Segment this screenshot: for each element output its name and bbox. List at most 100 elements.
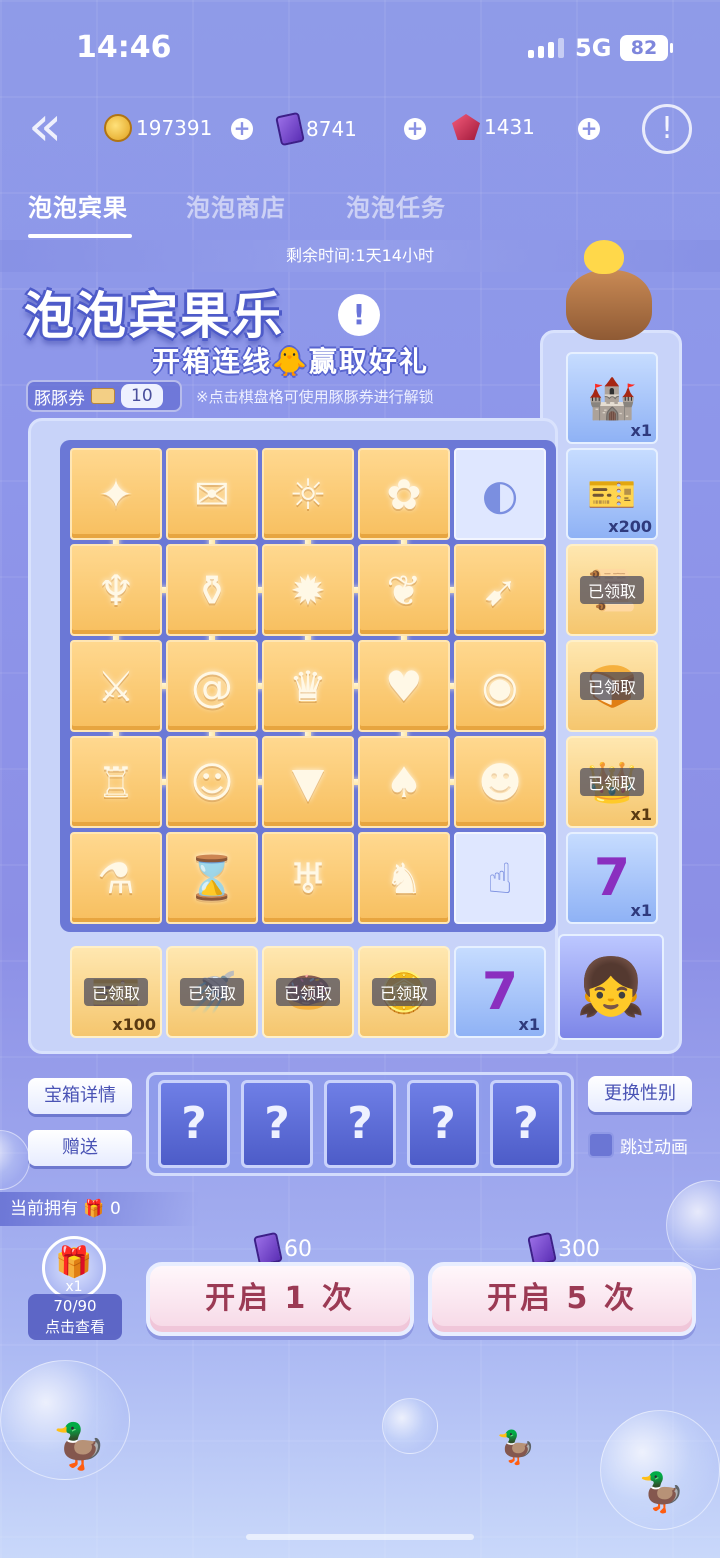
bingo-cell[interactable]: ⚱: [166, 544, 258, 636]
bingo-cell[interactable]: @: [166, 640, 258, 732]
bingo-cell[interactable]: ◉: [454, 640, 546, 732]
add-card-button[interactable]: +: [404, 118, 426, 140]
ticket-label: 豚豚券: [34, 388, 85, 409]
ticket-counter: 豚豚券 10: [26, 380, 182, 412]
reward-tile[interactable]: 👑已领取x1: [566, 736, 658, 828]
chest-progress: 70/90: [53, 1297, 97, 1315]
bingo-cell[interactable]: ♥: [358, 640, 450, 732]
bear-face-icon: ☻: [478, 757, 522, 807]
signal-icon: [528, 38, 564, 58]
claw-mark-icon: ♅: [289, 853, 327, 903]
checkbox-icon[interactable]: [588, 1132, 614, 1158]
chest-details-button[interactable]: 宝箱详情: [28, 1078, 132, 1114]
info-icon[interactable]: !: [642, 104, 692, 154]
reward-qty: x1: [630, 421, 652, 440]
bingo-cell[interactable]: ✉: [166, 448, 258, 540]
bingo-cell[interactable]: ♅: [262, 832, 354, 924]
potion-flask-icon: ⚗: [97, 853, 135, 903]
change-gender-button[interactable]: 更换性别: [588, 1076, 692, 1112]
card-counter: 8741: [275, 111, 357, 147]
event-subtitle: 开箱连线🐥赢取好礼: [152, 345, 429, 378]
claimed-badge: 已领取: [579, 672, 645, 700]
open-five-button[interactable]: 开启 5 次: [428, 1262, 696, 1336]
ticket-count: 10: [121, 384, 163, 408]
reward-qty: x1: [518, 1015, 540, 1034]
gem-icon: [452, 114, 480, 140]
bingo-cell[interactable]: ♠: [358, 736, 450, 828]
coin-counter: 197391: [104, 114, 212, 142]
bingo-cell[interactable]: ✿: [358, 448, 450, 540]
bingo-cell[interactable]: ☻: [454, 736, 546, 828]
reward-qty: x200: [608, 517, 652, 536]
owned-bar: 当前拥有 🎁 0: [0, 1192, 200, 1226]
rubber-duck-icon: 🦆: [496, 1428, 536, 1466]
reward-tile[interactable]: 🏰 x1: [566, 352, 658, 444]
reward-tile[interactable]: 7 x1: [566, 832, 658, 924]
rubber-duck-icon: 🦆: [52, 1421, 107, 1472]
reward-tile[interactable]: 🪙已领取: [358, 946, 450, 1038]
reward-qty: x100: [112, 1015, 156, 1034]
reward-tile[interactable]: 🍩已领取: [262, 946, 354, 1038]
crossed-sword-icon: ⚔: [97, 661, 135, 711]
bingo-cell[interactable]: ❦: [358, 544, 450, 636]
owned-count: 0: [109, 1199, 121, 1219]
tab-bubble-tasks[interactable]: 泡泡任务: [346, 188, 446, 223]
mystery-slot: ?: [490, 1080, 562, 1168]
gift-button[interactable]: 赠送: [28, 1130, 132, 1166]
tab-bar: 泡泡宾果 泡泡商店 泡泡任务: [0, 188, 720, 238]
bingo-cell[interactable]: ➹: [454, 544, 546, 636]
bat-wings-icon: ♠: [385, 757, 423, 807]
open-one-cost-value: 60: [284, 1236, 312, 1262]
open-once-button[interactable]: 开启 1 次: [146, 1262, 414, 1336]
coin-value: 197391: [136, 116, 213, 140]
open-one-cost: 60: [253, 1231, 312, 1267]
reward-tile[interactable]: 🎫 x200: [566, 448, 658, 540]
bingo-cell[interactable]: ⚗: [70, 832, 162, 924]
lucky-seven-icon: 7: [481, 962, 519, 1022]
bubble-decoration: [382, 1398, 438, 1454]
back-icon[interactable]: «: [28, 99, 78, 156]
bingo-cell[interactable]: ♖: [70, 736, 162, 828]
rules-info-icon[interactable]: !: [338, 294, 380, 336]
bingo-cell[interactable]: ▼: [262, 736, 354, 828]
reward-tile[interactable]: 🍞已领取: [566, 640, 658, 732]
add-gem-button[interactable]: +: [578, 118, 600, 140]
character-portrait-icon: 👧: [576, 955, 646, 1020]
bingo-cell[interactable]: ◐: [454, 448, 546, 540]
skip-animation-toggle[interactable]: 跳过动画: [588, 1132, 688, 1158]
owned-label: 当前拥有: [10, 1199, 78, 1219]
tab-bubble-bingo[interactable]: 泡泡宾果: [28, 188, 128, 223]
capybara-icon: [566, 270, 652, 340]
bingo-cell[interactable]: ☺: [166, 736, 258, 828]
reward-tile[interactable]: 7 x1: [454, 946, 546, 1038]
bingo-cell[interactable]: ⌛: [166, 832, 258, 924]
home-indicator: [246, 1534, 474, 1540]
bingo-cell[interactable]: ♞: [358, 832, 450, 924]
status-time: 14:46: [76, 30, 172, 65]
wolf-head-icon: ♆: [97, 565, 135, 615]
bubble-decoration: [0, 1130, 30, 1190]
bingo-cell[interactable]: ☝: [454, 832, 546, 924]
chest-button[interactable]: 🎁 x1: [42, 1236, 106, 1300]
bingo-cell[interactable]: ♆: [70, 544, 162, 636]
mystery-slot: ?: [407, 1080, 479, 1168]
claimed-badge: 已领取: [179, 978, 245, 1006]
lucky-seven-icon: 7: [593, 848, 631, 908]
bingo-cell[interactable]: ⚔: [70, 640, 162, 732]
reward-tile[interactable]: 🎫已领取x100: [70, 946, 162, 1038]
grand-prize-tile[interactable]: 👧: [558, 934, 664, 1040]
fox-mask-icon: ▼: [291, 757, 325, 807]
chest-progress-card[interactable]: 70/90 点击查看: [28, 1294, 122, 1340]
goblet-icon: ♖: [97, 757, 135, 807]
reward-tile[interactable]: 🚿已领取: [166, 946, 258, 1038]
tab-bubble-shop[interactable]: 泡泡商店: [186, 188, 286, 223]
reward-tile[interactable]: 📜已领取: [566, 544, 658, 636]
bingo-cell[interactable]: ♛: [262, 640, 354, 732]
card-value: 8741: [306, 117, 357, 141]
bingo-cell[interactable]: ✹: [262, 544, 354, 636]
claimed-badge: 已领取: [579, 576, 645, 604]
gem-counter: 1431: [452, 114, 535, 140]
bingo-cell[interactable]: ☼: [262, 448, 354, 540]
add-coin-button[interactable]: +: [231, 118, 253, 140]
bingo-cell[interactable]: ✦: [70, 448, 162, 540]
